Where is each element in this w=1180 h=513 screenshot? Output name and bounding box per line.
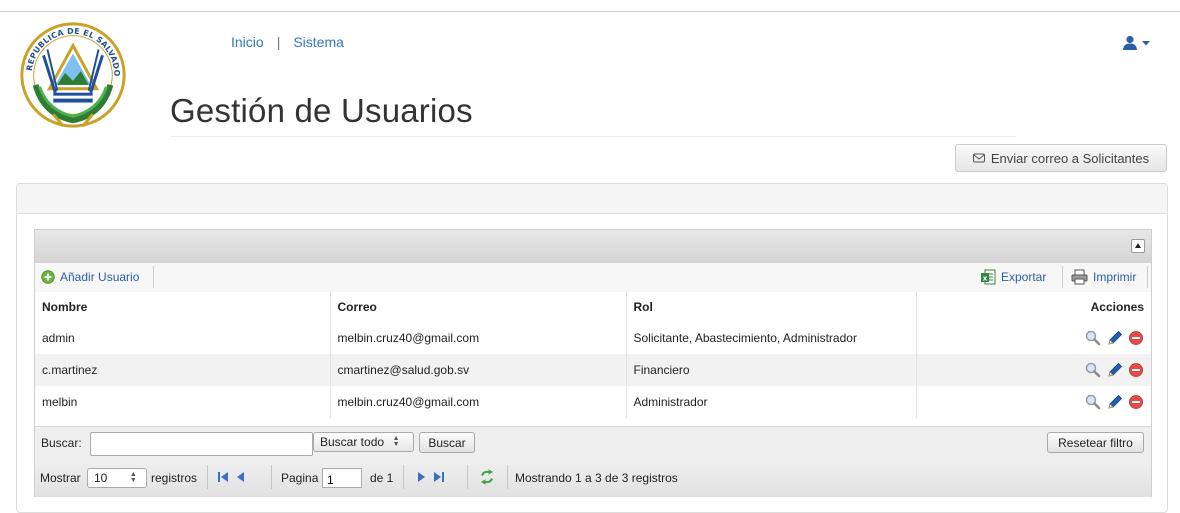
svg-text:x: x [983,275,988,283]
print-button[interactable]: Imprimir [1071,268,1136,286]
export-label: Exportar [1001,270,1047,284]
search-icon[interactable] [1084,393,1102,411]
cell-nombre: melbin [35,386,331,418]
pager-separator [467,465,468,489]
users-table: Nombre Correo Rol Acciones admin melbin.… [35,292,1151,418]
select-spinner-icon: ▲ ▼ [392,435,400,448]
page-of-label: de 1 [370,471,394,485]
cell-rol: Financiero [626,354,917,386]
show-label: Mostrar [40,471,81,485]
select-spinner-icon: ▲ ▼ [129,471,137,484]
search-icon[interactable] [1084,329,1102,347]
pager-separator [207,465,208,489]
search-button[interactable]: Buscar [419,432,475,453]
table-row[interactable]: melbin melbin.cruz40@gmail.com Administr… [35,386,1151,418]
last-page-icon[interactable] [434,472,444,482]
next-page-icon[interactable] [418,472,425,482]
toolbar-separator [153,266,154,288]
column-header-correo[interactable]: Correo [330,292,627,322]
cell-correo: melbin.cruz40@gmail.com [330,322,627,354]
caret-down-icon [1142,41,1150,46]
grid-toolbar: Añadir Usuario x Exportar Imprimir [35,263,1151,293]
page-title: Gestión de Usuarios [170,92,473,129]
table-row[interactable]: c.martinez cmartinez@salud.gob.sv Financ… [35,354,1151,386]
user-icon [1123,35,1150,50]
send-email-label: Enviar correo a Solicitantes [990,150,1150,166]
collapse-grid-button[interactable] [1131,239,1145,253]
search-scope-select[interactable]: Buscar todo ▲ ▼ [313,432,414,452]
coat-of-arms-logo: REPUBLICA DE EL SALVADOR EN LA AMERICA C… [14,16,126,128]
grid-caption-bar [35,230,1151,264]
page-label: Pagina [281,471,319,485]
search-bar: Buscar: Buscar todo ▲ ▼ Buscar Resetear f… [35,426,1151,460]
search-icon[interactable] [1084,361,1102,379]
pagination-bar: Mostrar 10 ▲▼ registros Pagina de 1 Most… [35,459,1151,497]
pager-separator [507,465,508,489]
search-label: Buscar: [41,436,82,450]
top-navbar [0,12,1180,62]
search-input[interactable] [90,432,313,456]
records-label: registros [151,471,198,485]
records-status: Mostrando 1 a 3 de 3 registros [515,471,678,485]
cell-correo: melbin.cruz40@gmail.com [330,386,627,418]
send-email-button[interactable]: Enviar correo a Solicitantes [955,144,1167,172]
edit-pencil-icon[interactable] [1106,361,1124,379]
add-circle-icon [41,270,55,284]
first-prev-group [218,472,244,482]
cell-correo: cmartinez@salud.gob.sv [330,354,627,386]
toolbar-separator [1147,266,1148,288]
delete-icon[interactable] [1128,362,1144,378]
main-nav: Inicio | Sistema [231,34,344,50]
user-menu-dropdown[interactable] [1122,35,1156,51]
cell-acciones [916,386,1151,418]
envelope-icon [972,153,985,163]
column-header-nombre[interactable]: Nombre [35,292,331,322]
column-header-acciones: Acciones [916,292,1151,322]
pager-separator [403,465,404,489]
cell-acciones [916,354,1151,386]
users-grid: Añadir Usuario x Exportar Imprimir Nombr… [34,229,1152,497]
nav-link-sistema[interactable]: Sistema [293,34,344,50]
pager-separator [271,465,272,489]
toolbar-separator [1062,266,1063,288]
print-label: Imprimir [1093,270,1137,284]
excel-icon: x [981,269,996,285]
nav-separator: | [276,34,281,50]
nav-link-inicio[interactable]: Inicio [231,34,264,50]
first-page-icon[interactable] [218,472,228,482]
column-header-rol[interactable]: Rol [626,292,917,322]
add-user-label: Añadir Usuario [60,270,140,284]
cell-rol: Administrador [626,386,917,418]
next-last-group [418,472,444,482]
add-user-button[interactable]: Añadir Usuario [41,268,139,286]
cell-acciones [916,322,1151,354]
edit-pencil-icon[interactable] [1106,329,1124,347]
page-size-value: 10 [94,471,108,485]
edit-pencil-icon[interactable] [1106,393,1124,411]
page-size-select[interactable]: 10 ▲ ▼ [87,468,147,488]
cell-nombre: c.martinez [35,354,331,386]
delete-icon[interactable] [1128,330,1144,346]
prev-page-icon[interactable] [237,472,244,482]
title-divider [170,136,1016,137]
panel-heading [17,184,1167,214]
printer-icon [1071,269,1088,285]
cell-rol: Solicitante, Abastecimiento, Administrad… [626,322,917,354]
refresh-icon[interactable] [478,468,496,486]
cell-nombre: admin [35,322,331,354]
table-row[interactable]: admin melbin.cruz40@gmail.com Solicitant… [35,322,1151,354]
delete-icon[interactable] [1128,394,1144,410]
table-header-row: Nombre Correo Rol Acciones [35,292,1151,322]
export-button[interactable]: x Exportar [980,268,1046,286]
reset-filter-button[interactable]: Resetear filtro [1047,432,1144,453]
page-number-input[interactable] [322,468,362,488]
search-scope-value: Buscar todo [320,435,385,449]
